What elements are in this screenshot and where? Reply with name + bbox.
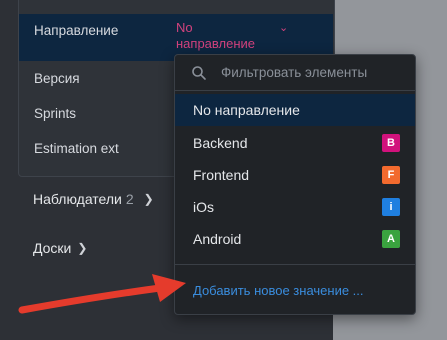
- annotation-arrow-icon: [18, 274, 186, 314]
